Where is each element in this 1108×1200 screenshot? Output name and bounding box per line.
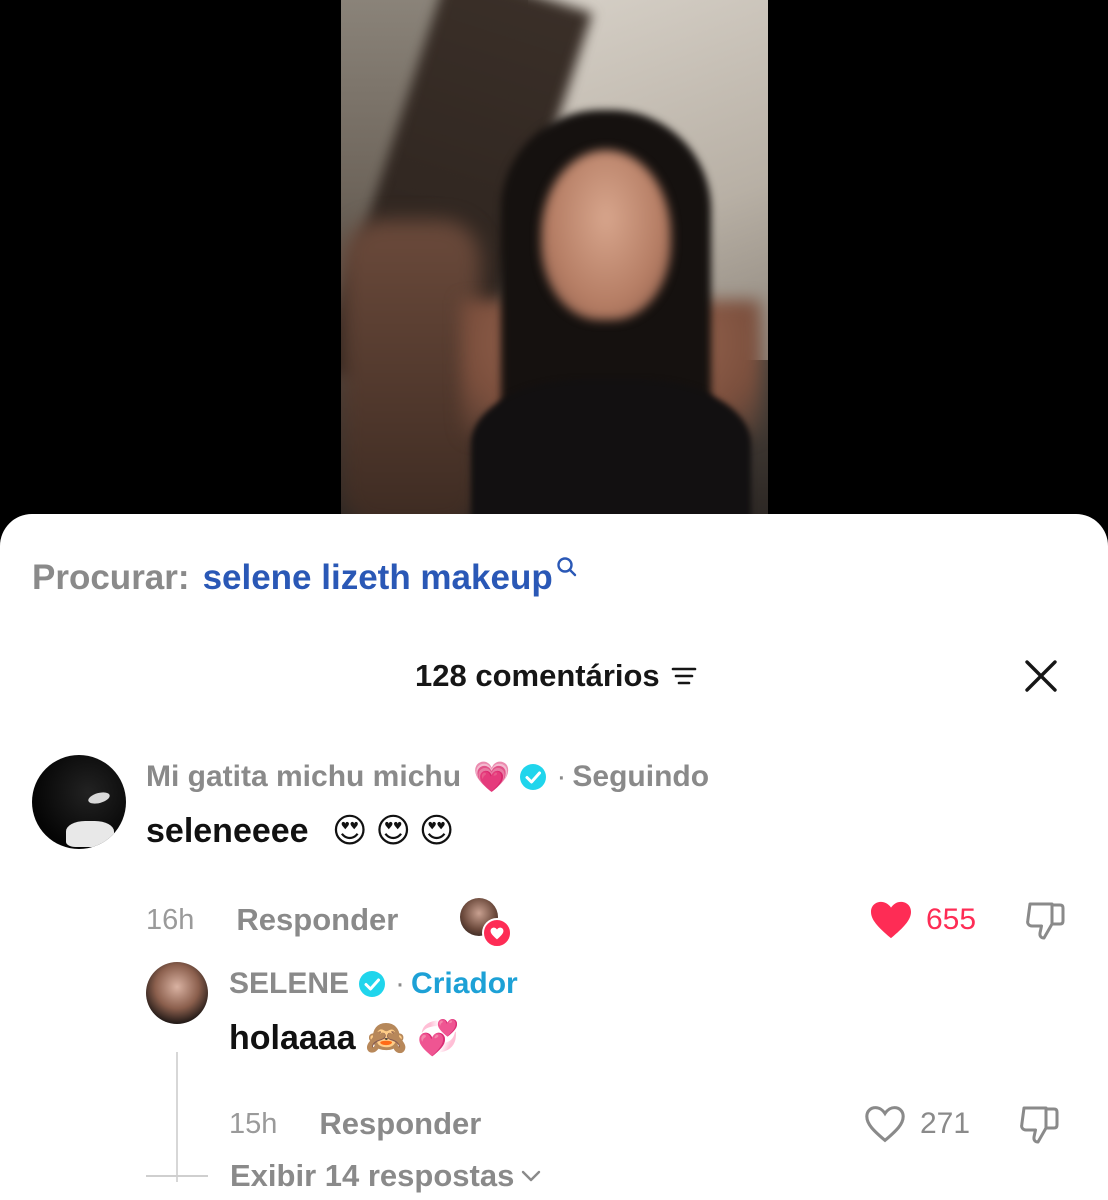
view-replies-label: Exibir 14 respostas [230, 1158, 515, 1193]
reply-header: SELENE · Criador [229, 962, 518, 1006]
sort-icon [671, 667, 696, 685]
comment-count: 128 comentários [415, 658, 660, 693]
reply-meta: 15h Responder [229, 1104, 481, 1144]
like-button[interactable]: 655 [868, 898, 976, 942]
comment-text: seleneeee 😍😍😍 [146, 811, 462, 851]
close-icon[interactable] [1022, 657, 1060, 695]
search-query-link[interactable]: selene lizeth makeup [203, 558, 553, 598]
search-prefix: Procurar: [32, 558, 190, 597]
comment-username[interactable]: Mi gatita michu michu [146, 760, 461, 794]
separator-dot: · [556, 760, 567, 793]
comments-sheet: Procurar: selene lizeth makeup 128 comen… [0, 514, 1108, 1200]
following-label: Seguindo [572, 760, 710, 793]
reply-username[interactable]: SELENE [229, 967, 349, 1001]
creator-avatar[interactable] [146, 962, 208, 1024]
comment-meta: 16h Responder [146, 900, 398, 940]
like-count: 271 [920, 1107, 971, 1140]
reply-text-body: holaaaa [229, 1019, 356, 1057]
like-button[interactable]: 271 [862, 1102, 970, 1146]
comment-timestamp: 16h [146, 903, 195, 936]
search-suggestion[interactable]: Procurar: selene lizeth makeup [32, 556, 579, 600]
reply-button[interactable]: Responder [236, 902, 398, 938]
comment-text-body: seleneeee [146, 812, 309, 850]
verified-badge-icon [520, 764, 547, 790]
chevron-down-icon [522, 1170, 541, 1182]
heart-filled-icon [871, 901, 911, 939]
separator-dot: · [395, 967, 406, 1000]
username-emoji: 💗 [473, 759, 511, 795]
reply-timestamp: 15h [229, 1107, 278, 1140]
reply-text: holaaaa 🙈💞 [229, 1018, 470, 1058]
verified-badge-icon [359, 971, 386, 997]
like-count: 655 [926, 903, 977, 936]
comment-emojis: 😍😍😍 [332, 811, 463, 851]
comment-header: Mi gatita michu michu 💗 · Seguindo [146, 755, 709, 799]
video-frame[interactable] [341, 0, 768, 530]
liked-by-creator-indicator [460, 898, 512, 948]
video-player[interactable] [0, 0, 1108, 530]
search-icon [557, 557, 576, 577]
heart-badge-icon [482, 918, 512, 948]
view-replies-button[interactable]: Exibir 14 respostas [146, 1156, 542, 1196]
creator-label: Criador [411, 967, 518, 1000]
comment-count-sort[interactable]: 128 comentários [415, 654, 698, 698]
replies-divider [146, 1175, 208, 1177]
avatar[interactable] [32, 755, 126, 849]
dislike-icon[interactable] [1016, 1102, 1062, 1146]
dislike-icon[interactable] [1022, 898, 1068, 942]
heart-outline-icon [865, 1106, 905, 1143]
reply-emojis: 🙈💞 [365, 1018, 470, 1058]
reply-button[interactable]: Responder [319, 1106, 481, 1142]
comments-header: 128 comentários [0, 654, 1108, 698]
